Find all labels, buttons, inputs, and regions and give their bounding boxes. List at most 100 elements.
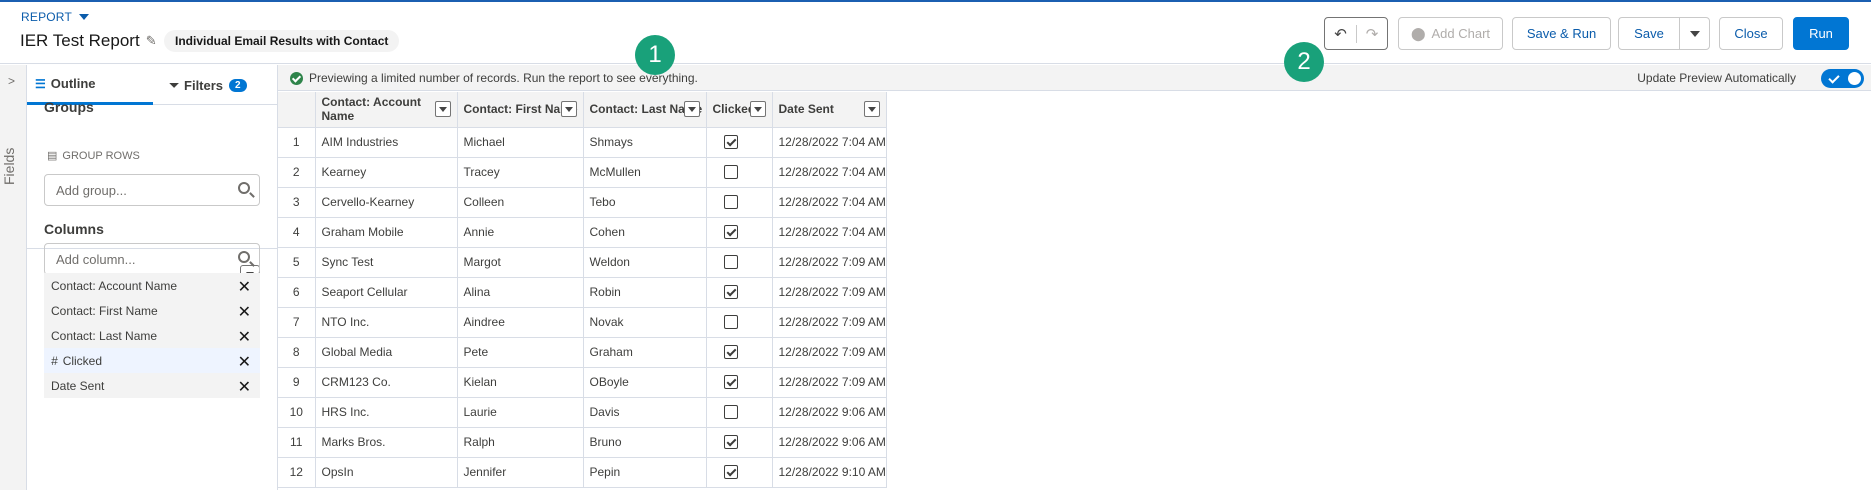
save-button[interactable]: Save xyxy=(1618,17,1680,50)
table-row[interactable]: 12 OpsIn Jennifer Pepin 12/28/2022 9:10 AM xyxy=(278,457,887,488)
table-row[interactable]: 1 AIM Industries Michael Shmays 12/28/2022 7… xyxy=(278,127,887,158)
report-table: Contact: Account Name Contact: First Nam… xyxy=(278,92,887,488)
column-header[interactable]: Contact: Last Name xyxy=(583,92,707,128)
column-header[interactable]: Contact: Account Name xyxy=(315,92,458,128)
account-name-cell: Kearney xyxy=(315,157,458,188)
table-row[interactable]: 7 NTO Inc. Aindree Novak 12/28/2022 7:09 AM xyxy=(278,307,887,338)
clicked-cell xyxy=(706,457,773,488)
clicked-cell xyxy=(706,397,773,428)
groups-title: Groups xyxy=(44,99,94,115)
column-item-label: Contact: Account Name xyxy=(51,278,178,293)
search-icon xyxy=(238,251,250,263)
report-title: IER Test Report xyxy=(20,31,140,50)
checkbox-checked-icon xyxy=(723,135,738,149)
last-name-cell: Novak xyxy=(583,307,707,338)
account-name-cell: HRS Inc. xyxy=(315,397,458,428)
column-header[interactable]: Clicked xyxy=(706,92,773,128)
breadcrumb-label: REPORT xyxy=(21,10,72,24)
chevron-down-icon xyxy=(1689,30,1700,37)
first-name-cell: Ralph xyxy=(457,427,584,458)
chevron-down-icon[interactable] xyxy=(683,101,700,117)
column-header[interactable]: Contact: First Name xyxy=(457,92,584,128)
undo-icon[interactable]: ↶ xyxy=(1325,25,1356,43)
tab-filters[interactable]: ⏷ Filters 2 xyxy=(138,65,278,105)
breadcrumb[interactable]: REPORT xyxy=(21,10,89,24)
close-icon[interactable]: ✕ xyxy=(238,327,251,347)
date-sent-cell: 12/28/2022 7:09 AM xyxy=(772,337,887,368)
group-rows-label: ▤ GROUP ROWS xyxy=(47,149,140,163)
close-icon[interactable]: ✕ xyxy=(238,277,251,297)
last-name-cell: Bruno xyxy=(583,427,707,458)
column-item[interactable]: Date Sent ✕ xyxy=(44,373,260,398)
chart-icon: ⬤ xyxy=(1410,25,1426,41)
first-name-cell: Annie xyxy=(457,217,584,248)
chevron-down-icon[interactable] xyxy=(434,101,451,117)
close-icon[interactable]: ✕ xyxy=(238,352,251,372)
table-row[interactable]: 2 Kearney Tracey McMullen 12/28/2022 7:04 AM xyxy=(278,157,887,188)
clicked-cell xyxy=(706,247,773,278)
report-type-badge: Individual Email Results with Contact xyxy=(164,30,400,52)
column-item[interactable]: Contact: First Name ✕ xyxy=(44,298,260,323)
first-name-cell: Alina xyxy=(457,277,584,308)
close-icon[interactable]: ✕ xyxy=(238,377,251,397)
save-menu-button[interactable] xyxy=(1679,17,1710,50)
close-icon[interactable]: ✕ xyxy=(238,302,251,322)
add-chart-button[interactable]: ⬤ Add Chart xyxy=(1398,17,1503,50)
save-and-run-button[interactable]: Save & Run xyxy=(1512,17,1611,50)
last-name-cell: Davis xyxy=(583,397,707,428)
first-name-cell: Laurie xyxy=(457,397,584,428)
add-group-input[interactable]: Add group... xyxy=(44,174,260,206)
auto-update-toggle[interactable] xyxy=(1821,69,1864,88)
table-row[interactable]: 6 Seaport Cellular Alina Robin 12/28/2022 7:… xyxy=(278,277,887,308)
table-row[interactable]: 5 Sync Test Margot Weldon 12/28/2022 7:09 AM xyxy=(278,247,887,278)
table-row[interactable]: 8 Global Media Pete Graham 12/28/2022 7:09 A… xyxy=(278,337,887,368)
column-header[interactable]: Date Sent xyxy=(772,92,887,128)
column-item[interactable]: Contact: Last Name ✕ xyxy=(44,323,260,348)
chevron-down-icon[interactable] xyxy=(79,14,89,20)
last-name-cell: McMullen xyxy=(583,157,707,188)
run-button[interactable]: Run xyxy=(1793,17,1849,50)
checkbox-unchecked-icon xyxy=(723,195,738,209)
chevron-right-icon[interactable]: > xyxy=(8,74,15,88)
pencil-icon[interactable]: ✎ xyxy=(146,33,157,49)
chevron-down-icon[interactable] xyxy=(863,101,880,117)
account-name-cell: OpsIn xyxy=(315,457,458,488)
table-body: 1 AIM Industries Michael Shmays 12/28/2022 7… xyxy=(278,127,887,488)
table-row[interactable]: 4 Graham Mobile Annie Cohen 12/28/2022 7:04 … xyxy=(278,217,887,248)
table-row[interactable]: 10 HRS Inc. Laurie Davis 12/28/2022 9:06 AM xyxy=(278,397,887,428)
account-name-cell: Cervello-Kearney xyxy=(315,187,458,218)
date-sent-cell: 12/28/2022 7:09 AM xyxy=(772,367,887,398)
list-icon: ☰ xyxy=(35,76,46,91)
last-name-cell: Shmays xyxy=(583,127,707,158)
date-sent-cell: 12/28/2022 7:04 AM xyxy=(772,157,887,188)
fields-panel-toggle[interactable]: > Fields xyxy=(0,65,27,490)
first-name-cell: Pete xyxy=(457,337,584,368)
account-name-cell: Sync Test xyxy=(315,247,458,278)
table-row[interactable]: 9 CRM123 Co. Kielan OBoyle 12/28/2022 7:09 A… xyxy=(278,367,887,398)
column-header-label: Contact: Account Name xyxy=(321,95,422,124)
redo-icon[interactable]: ↷ xyxy=(1355,24,1387,43)
date-sent-cell: 12/28/2022 9:06 AM xyxy=(772,397,887,428)
checkbox-checked-icon xyxy=(723,435,738,449)
table-row[interactable]: 11 Marks Bros. Ralph Bruno 12/28/2022 9:06 A… xyxy=(278,427,887,458)
table-row[interactable]: 3 Cervello-Kearney Colleen Tebo 12/28/2022 7… xyxy=(278,187,887,218)
close-button[interactable]: Close xyxy=(1719,17,1783,50)
last-name-cell: Cohen xyxy=(583,217,707,248)
clicked-cell xyxy=(706,367,773,398)
last-name-cell: Weldon xyxy=(583,247,707,278)
column-item[interactable]: Contact: Account Name ✕ xyxy=(44,273,260,298)
clicked-cell xyxy=(706,307,773,338)
add-column-input[interactable]: Add column... xyxy=(44,243,260,275)
clicked-cell xyxy=(706,337,773,368)
add-column-placeholder: Add column... xyxy=(56,251,136,267)
preview-message: Previewing a limited number of records. … xyxy=(290,71,698,85)
chevron-down-icon[interactable] xyxy=(749,101,766,117)
column-item[interactable]: # Clicked ✕ xyxy=(44,348,260,373)
checkbox-checked-icon xyxy=(723,345,738,359)
group-rows-text: GROUP ROWS xyxy=(62,149,140,162)
auto-update-label: Update Preview Automatically xyxy=(1637,71,1796,85)
clicked-cell xyxy=(706,157,773,188)
tab-outline-label: Outline xyxy=(50,76,96,91)
outline-panel: ☰ Outline ⏷ Filters 2 Groups ▤ GROUP ROW… xyxy=(27,65,278,490)
chevron-down-icon[interactable] xyxy=(560,101,577,117)
